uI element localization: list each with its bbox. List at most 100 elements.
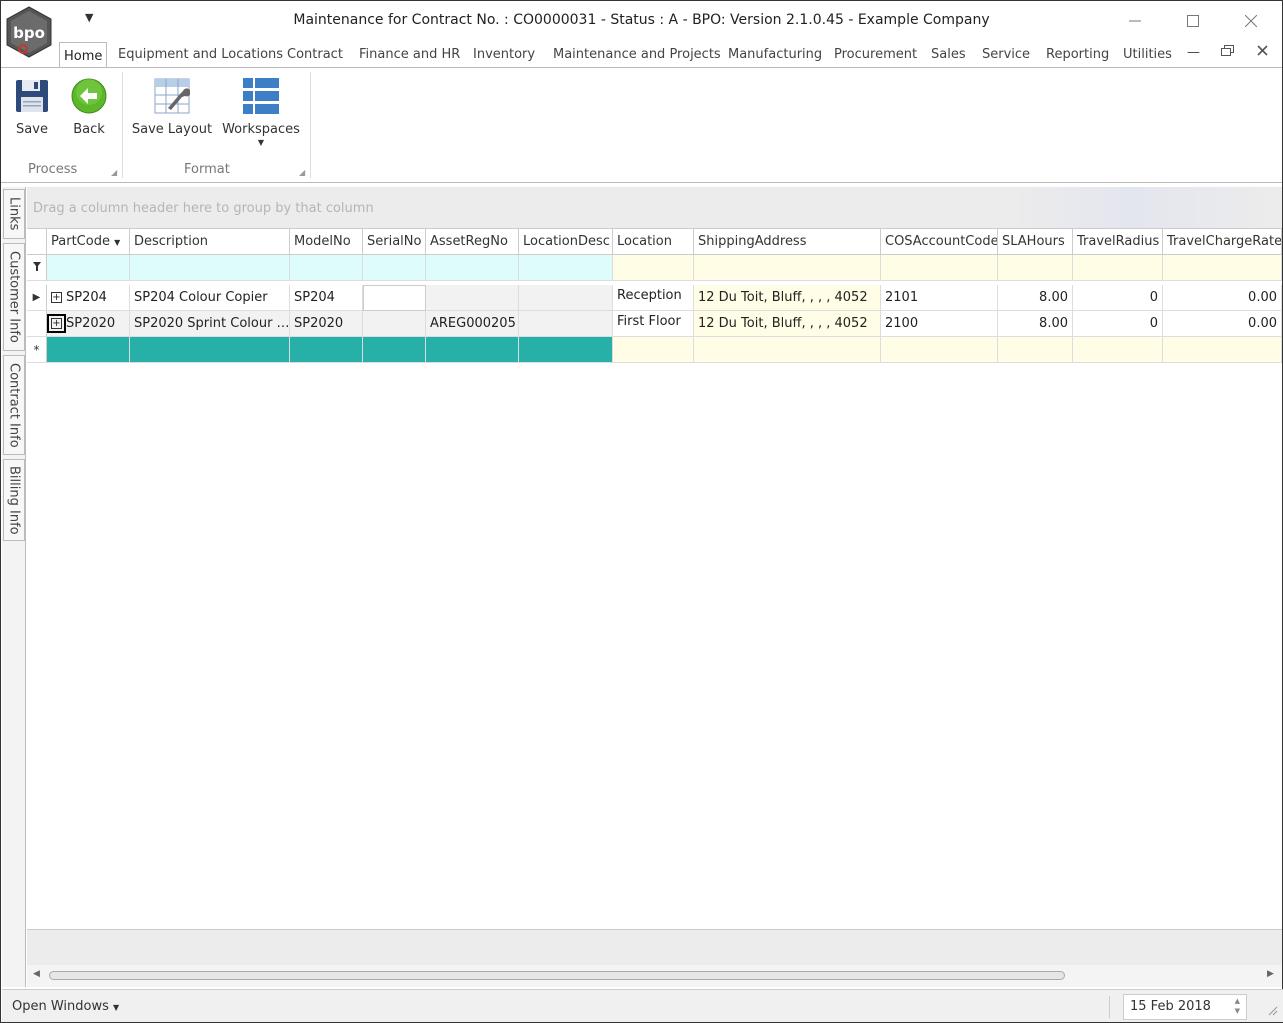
- column-header-modelno[interactable]: ModelNo: [290, 229, 363, 255]
- filter-cell-serialno[interactable]: [363, 255, 426, 281]
- column-header-location[interactable]: Location: [613, 229, 694, 255]
- column-header-slahours[interactable]: SLAHours: [998, 229, 1073, 255]
- horizontal-scrollbar[interactable]: ◀ ▶: [27, 965, 1282, 987]
- filter-cell-partcode[interactable]: [47, 255, 130, 281]
- quick-access-dropdown-icon[interactable]: ▼: [85, 11, 93, 24]
- tab-procurement[interactable]: Procurement: [834, 41, 917, 67]
- mdi-close-icon[interactable]: [1257, 45, 1268, 60]
- new-row-cell-description[interactable]: [130, 337, 290, 363]
- table-row-cell-description[interactable]: SP2020 Sprint Colour …: [130, 311, 290, 337]
- column-header-shippingaddress[interactable]: ShippingAddress: [694, 229, 881, 255]
- tab-service[interactable]: Service: [982, 41, 1030, 67]
- table-row-cell-locationdesc[interactable]: [519, 311, 613, 337]
- column-header-description[interactable]: Description: [130, 229, 290, 255]
- table-row-cell-locationdesc[interactable]: [519, 285, 613, 311]
- date-spinner-icon[interactable]: ▲ ▼: [1235, 996, 1240, 1016]
- tab-finance-and-hr[interactable]: Finance and HR: [359, 41, 460, 67]
- new-row-cell-travelradius[interactable]: [1073, 337, 1163, 363]
- new-row-cell-slahours[interactable]: [998, 337, 1073, 363]
- scroll-left-icon[interactable]: ◀: [33, 969, 40, 979]
- close-button[interactable]: [1229, 7, 1273, 35]
- format-launcher-icon[interactable]: ◢: [299, 168, 305, 177]
- maximize-button[interactable]: [1171, 7, 1215, 35]
- filter-cell-shippingaddress[interactable]: [694, 255, 881, 281]
- table-row-cell-cosaccountcode[interactable]: 2101: [881, 285, 998, 311]
- column-header-travelchargerate[interactable]: TravelChargeRate: [1163, 229, 1282, 255]
- filter-cell-travelradius[interactable]: [1073, 255, 1163, 281]
- filter-cell-assetregno[interactable]: [426, 255, 519, 281]
- mdi-restore-icon[interactable]: [1221, 45, 1234, 60]
- side-tab-links[interactable]: Links: [3, 189, 25, 239]
- filter-cell-slahours[interactable]: [998, 255, 1073, 281]
- scroll-thumb[interactable]: [49, 971, 1065, 980]
- tab-reporting[interactable]: Reporting: [1046, 41, 1109, 67]
- workspaces-button[interactable]: Workspaces ▼: [222, 76, 300, 147]
- table-row-cell-modelno[interactable]: SP2020: [290, 311, 363, 337]
- column-header-assetregno[interactable]: AssetRegNo: [426, 229, 519, 255]
- table-row-cell-slahours[interactable]: 8.00: [998, 285, 1073, 311]
- minimize-button[interactable]: [1113, 7, 1157, 35]
- column-header-travelradius[interactable]: TravelRadius: [1073, 229, 1163, 255]
- date-field[interactable]: 15 Feb 2018 ▲ ▼: [1123, 994, 1247, 1020]
- filter-cell-cosaccountcode[interactable]: [881, 255, 998, 281]
- filter-cell-travelchargerate[interactable]: [1163, 255, 1282, 281]
- back-button[interactable]: Back: [68, 76, 110, 137]
- table-row-cell-serialno[interactable]: [363, 285, 426, 311]
- table-row-cell-travelchargerate[interactable]: 0.00: [1163, 285, 1282, 311]
- group-panel[interactable]: Drag a column header here to group by th…: [27, 187, 1282, 229]
- row-indicator-current-icon[interactable]: ▶: [27, 285, 47, 311]
- filter-row-icon[interactable]: [27, 255, 47, 281]
- table-row-cell-modelno[interactable]: SP204: [290, 285, 363, 311]
- tab-sales[interactable]: Sales: [931, 41, 966, 67]
- table-row-cell-partcode[interactable]: + SP204: [47, 285, 130, 311]
- side-tab-contract-info[interactable]: Contract Info: [3, 355, 25, 455]
- side-tab-customer-info[interactable]: Customer Info: [3, 243, 25, 351]
- tab-home[interactable]: Home: [59, 42, 108, 68]
- new-row-cell-location[interactable]: [613, 337, 694, 363]
- expand-plus-icon[interactable]: +: [51, 292, 62, 303]
- tab-contract[interactable]: Contract: [287, 41, 343, 67]
- table-row-cell-slahours[interactable]: 8.00: [998, 311, 1073, 337]
- table-row-cell-shippingaddress[interactable]: 12 Du Toit, Bluff, , , , 4052: [694, 311, 881, 337]
- open-windows-button[interactable]: Open Windows ▼: [12, 999, 119, 1014]
- save-layout-button[interactable]: Save Layout: [132, 76, 212, 137]
- tab-maintenance-and-projects[interactable]: Maintenance and Projects: [553, 41, 721, 67]
- table-row-cell-travelradius[interactable]: 0: [1073, 311, 1163, 337]
- expand-plus-icon[interactable]: +: [47, 314, 66, 333]
- new-row-cell-assetregno[interactable]: [426, 337, 519, 363]
- new-row-cell-shippingaddress[interactable]: [694, 337, 881, 363]
- new-row-cell-partcode[interactable]: [47, 337, 130, 363]
- table-row-cell-travelchargerate[interactable]: 0.00: [1163, 311, 1282, 337]
- filter-cell-locationdesc[interactable]: [519, 255, 613, 281]
- table-row-cell-assetregno[interactable]: AREG000205: [426, 311, 519, 337]
- column-header-partcode[interactable]: PartCode ▼: [47, 229, 130, 255]
- mdi-minimize-icon[interactable]: —: [1187, 45, 1200, 60]
- filter-cell-description[interactable]: [130, 255, 290, 281]
- tab-manufacturing[interactable]: Manufacturing: [728, 41, 822, 67]
- new-row-cell-serialno[interactable]: [363, 337, 426, 363]
- table-row-cell-travelradius[interactable]: 0: [1073, 285, 1163, 311]
- save-button[interactable]: Save: [11, 76, 53, 137]
- sort-dropdown-icon[interactable]: ▼: [114, 238, 120, 247]
- table-row-cell-shippingaddress[interactable]: 12 Du Toit, Bluff, , , , 4052: [694, 285, 881, 311]
- new-row-cell-modelno[interactable]: [290, 337, 363, 363]
- table-row-cell-serialno[interactable]: [363, 311, 426, 337]
- new-row-cell-locationdesc[interactable]: [519, 337, 613, 363]
- filter-cell-modelno[interactable]: [290, 255, 363, 281]
- process-launcher-icon[interactable]: ◢: [111, 168, 117, 177]
- tab-inventory[interactable]: Inventory: [473, 41, 535, 67]
- tab-equipment-and-locations[interactable]: Equipment and Locations: [118, 41, 283, 67]
- new-row-asterisk-icon[interactable]: *: [27, 337, 47, 363]
- table-row-cell-location[interactable]: Reception: [613, 285, 694, 311]
- bpo-logo[interactable]: bpo: [3, 5, 55, 63]
- scroll-right-icon[interactable]: ▶: [1267, 969, 1274, 979]
- column-header-serialno[interactable]: SerialNo: [363, 229, 426, 255]
- row-indicator[interactable]: [27, 311, 47, 337]
- tab-utilities[interactable]: Utilities: [1123, 41, 1172, 67]
- table-row-cell-assetregno[interactable]: [426, 285, 519, 311]
- column-header-cosaccountcode[interactable]: COSAccountCode: [881, 229, 998, 255]
- side-tab-billing-info[interactable]: Billing Info: [3, 459, 25, 541]
- resize-grip-icon[interactable]: [1266, 1004, 1278, 1020]
- new-row-cell-travelchargerate[interactable]: [1163, 337, 1282, 363]
- table-row-cell-partcode[interactable]: + SP2020: [47, 311, 130, 337]
